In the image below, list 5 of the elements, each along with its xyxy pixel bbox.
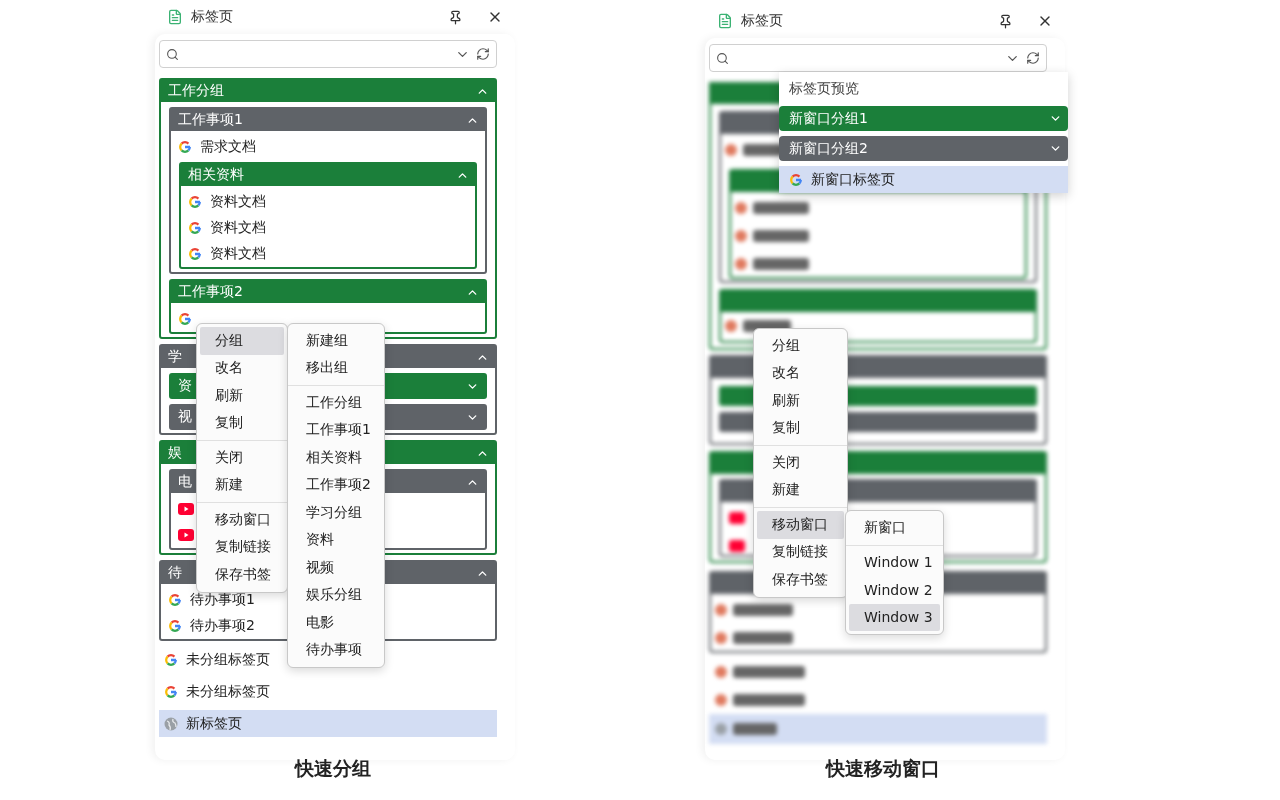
caption: 快速分组 (294, 756, 371, 781)
preview-title: 标签页预览 (788, 79, 860, 98)
panel-title: 标签页 (191, 8, 234, 26)
panel-title: 标签页 (741, 12, 784, 30)
caption: 快速移动窗口 (825, 756, 940, 781)
